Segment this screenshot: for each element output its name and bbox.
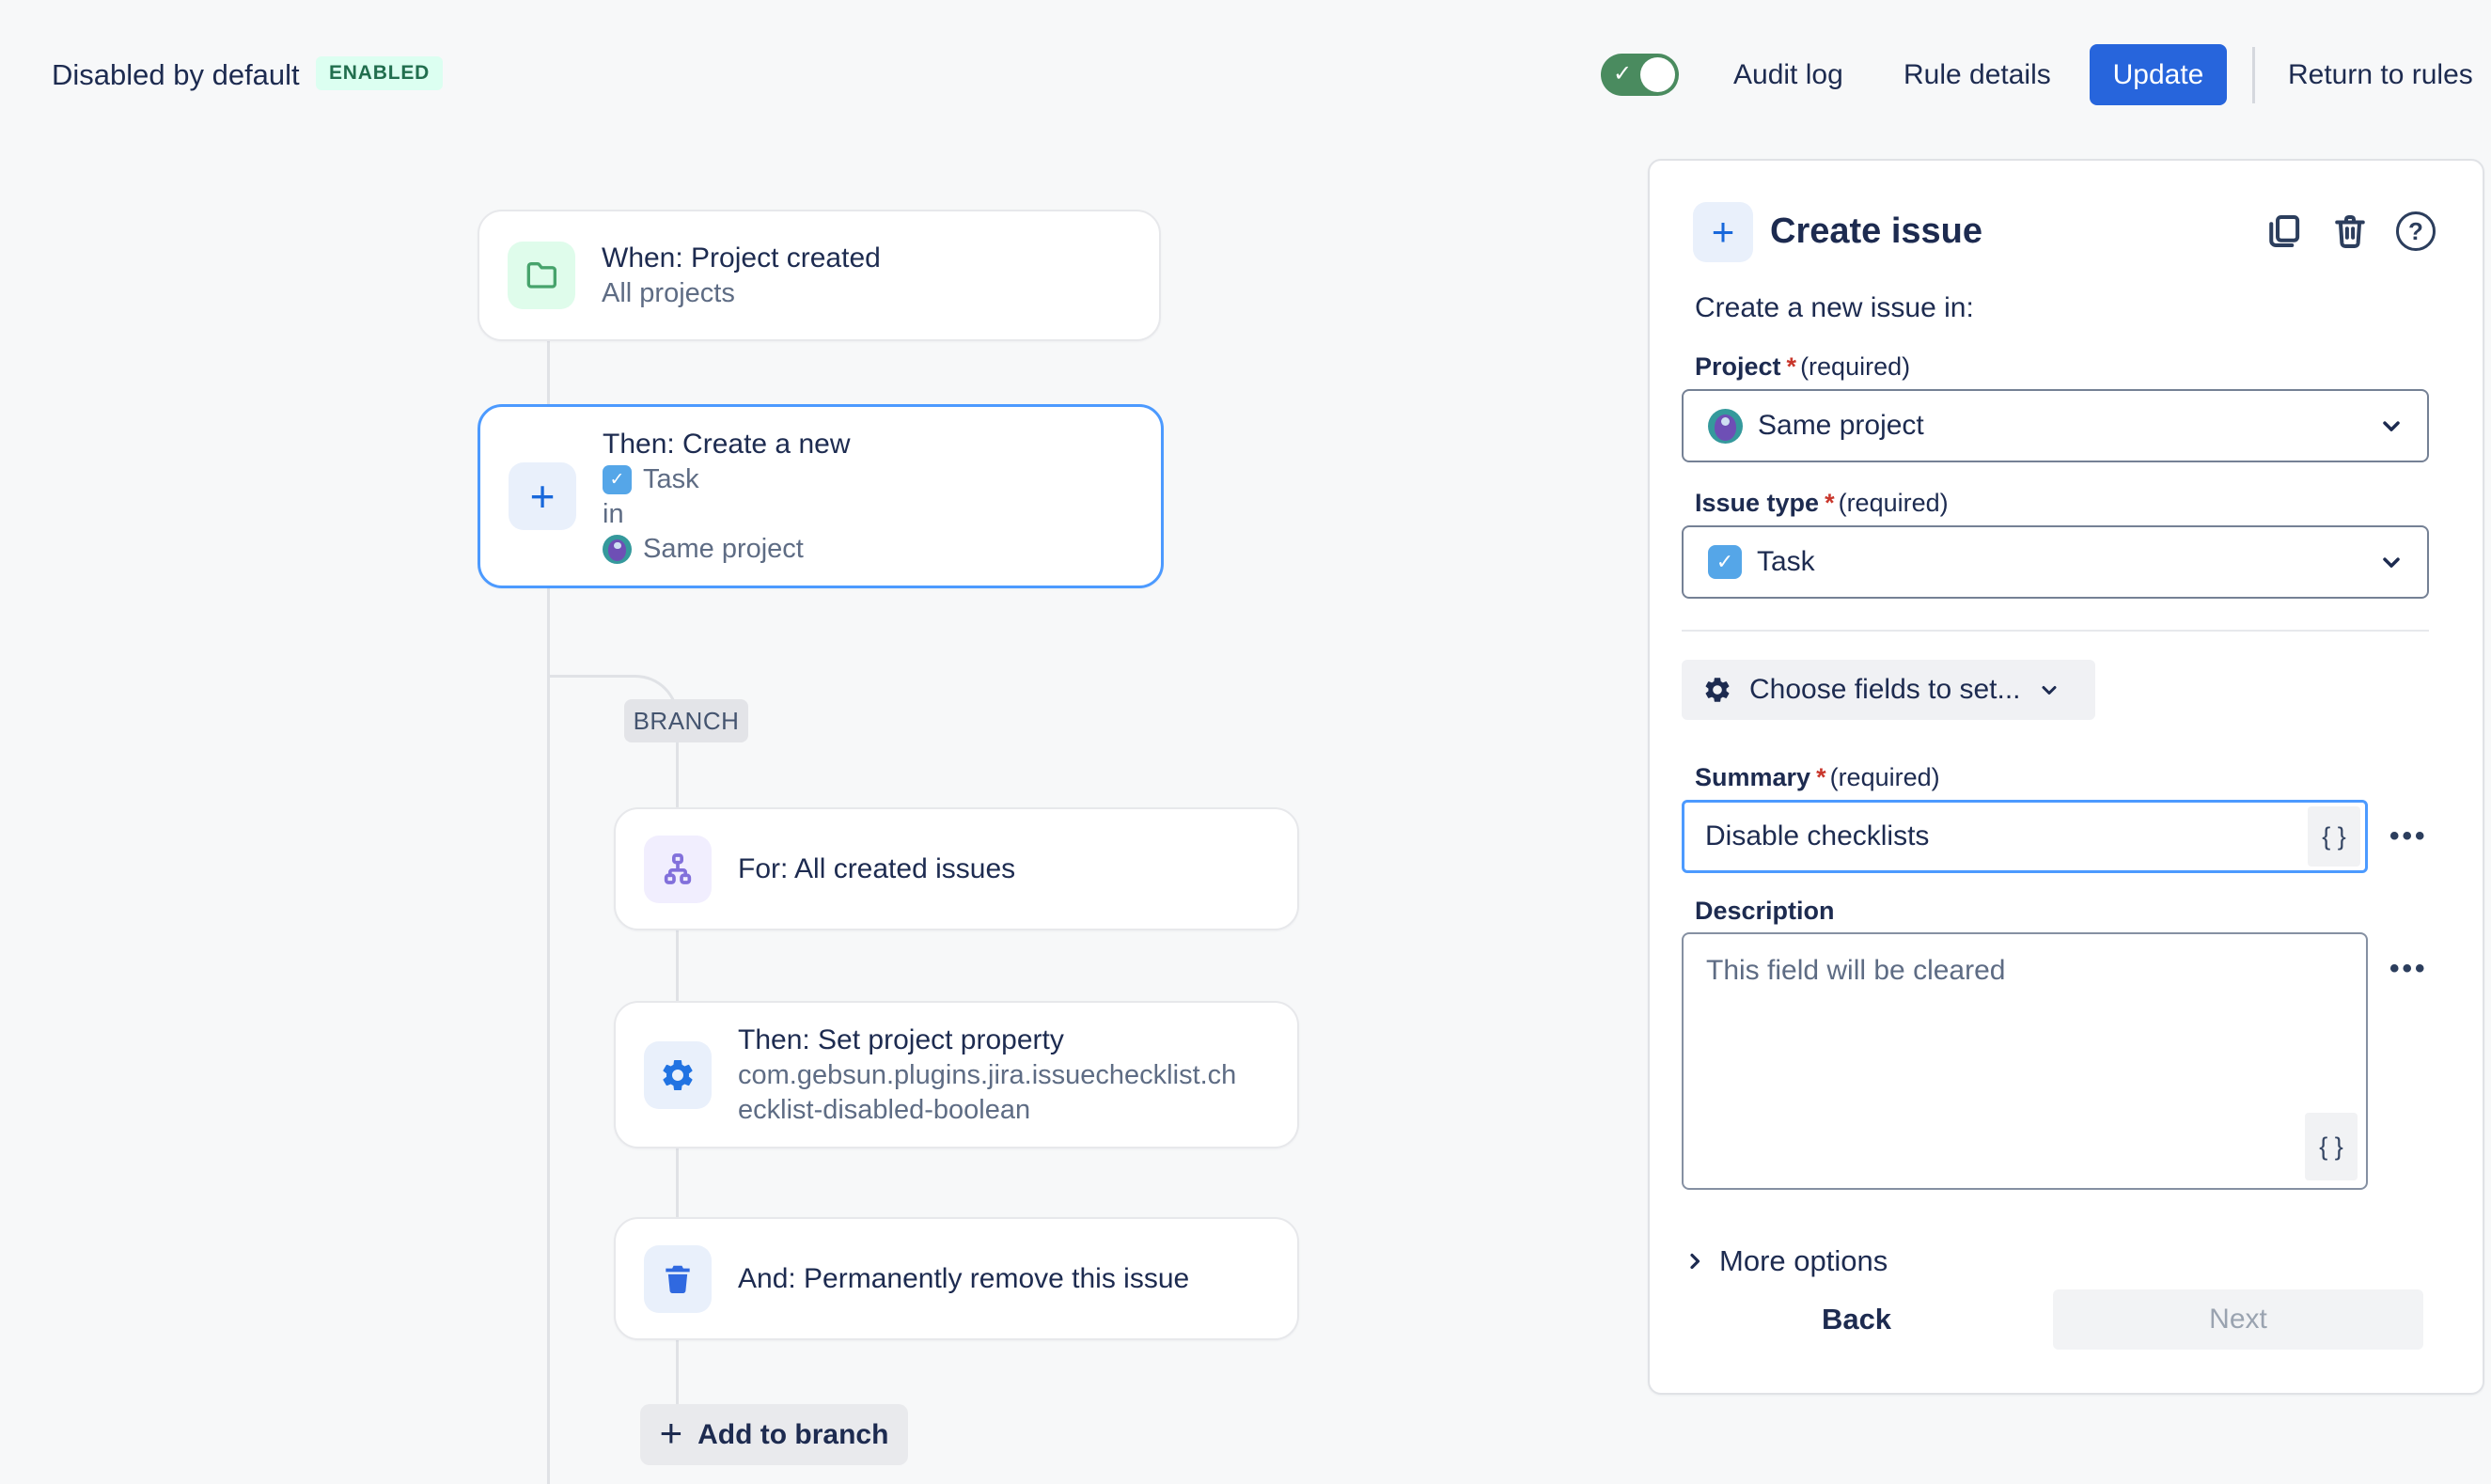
project-select[interactable]: Same project — [1682, 389, 2429, 462]
topbar-divider — [2252, 47, 2255, 103]
trash-icon — [644, 1245, 712, 1313]
node-title: When: Project created — [602, 241, 881, 276]
rule-details-link[interactable]: Rule details — [1904, 59, 2051, 91]
issue-type-select-value: Task — [1757, 546, 2363, 578]
gear-icon — [1702, 675, 1732, 705]
chevron-down-icon — [2038, 679, 2060, 701]
more-options-expander[interactable]: More options — [1684, 1244, 1888, 1278]
node-subtitle: All projects — [602, 276, 881, 311]
help-icon[interactable]: ? — [2394, 210, 2437, 253]
project-field-label: Project*(required) — [1695, 352, 1910, 382]
more-options-label: More options — [1719, 1244, 1888, 1278]
task-type-icon: ✓ — [603, 465, 632, 494]
summary-input[interactable] — [1682, 800, 2368, 873]
panel-intro-text: Create a new issue in: — [1695, 292, 1974, 324]
next-button[interactable]: Next — [2053, 1289, 2423, 1350]
project-avatar — [1708, 409, 1743, 444]
add-to-branch-label: Add to branch — [697, 1419, 888, 1451]
panel-title: Create issue — [1770, 211, 1982, 252]
issue-type-field-label: Issue type*(required) — [1695, 489, 1949, 518]
page-title: Disabled by default — [52, 58, 300, 92]
node-title: For: All created issues — [738, 851, 1015, 887]
action-node-create-issue[interactable]: + Then: Create a new ✓ Task in Same proj… — [478, 404, 1164, 588]
connector-line — [547, 341, 550, 404]
update-button[interactable]: Update — [2090, 44, 2227, 105]
task-type-icon: ✓ — [1708, 545, 1742, 579]
add-to-branch-button[interactable]: + Add to branch — [640, 1404, 908, 1465]
description-field-label: Description — [1695, 897, 1835, 926]
required-asterisk: * — [1781, 352, 1801, 381]
branch-icon — [644, 836, 712, 903]
folder-icon — [508, 242, 575, 309]
project-select-value: Same project — [1758, 410, 2363, 442]
smart-values-button[interactable]: { } — [2308, 806, 2360, 867]
create-issue-icon: + — [1693, 202, 1753, 262]
rule-enabled-toggle[interactable]: ✓ — [1601, 54, 1679, 96]
summary-more-menu[interactable]: ••• — [2389, 820, 2428, 852]
divider — [1682, 630, 2429, 632]
in-label: in — [603, 497, 850, 532]
project-label: Same project — [643, 532, 804, 567]
create-issue-panel: + Create issue ? Create a new issue in: … — [1648, 159, 2484, 1395]
choose-fields-button[interactable]: Choose fields to set... — [1682, 660, 2095, 720]
check-icon: ✓ — [1613, 60, 1632, 87]
required-asterisk: * — [1810, 763, 1830, 791]
branch-node-for-created-issues[interactable]: For: All created issues — [614, 807, 1299, 930]
chevron-right-icon — [1684, 1250, 1706, 1273]
delete-icon[interactable] — [2328, 210, 2372, 253]
plus-icon: + — [509, 462, 576, 530]
description-textarea[interactable] — [1682, 932, 2368, 1190]
toggle-knob — [1640, 57, 1675, 92]
choose-fields-label: Choose fields to set... — [1749, 674, 2021, 706]
chevron-down-icon — [2378, 413, 2405, 439]
trigger-node-project-created[interactable]: When: Project created All projects — [478, 210, 1161, 341]
return-to-rules-link[interactable]: Return to rules — [2288, 59, 2473, 91]
action-node-set-project-property[interactable]: Then: Set project property com.gebsun.pl… — [614, 1001, 1299, 1148]
audit-log-link[interactable]: Audit log — [1733, 59, 1843, 91]
node-title: Then: Set project property — [738, 1023, 1250, 1058]
duplicate-icon[interactable] — [2263, 210, 2306, 253]
summary-field-label: Summary*(required) — [1695, 763, 1940, 792]
gear-icon — [644, 1041, 712, 1109]
back-button[interactable]: Back — [1791, 1289, 1922, 1350]
node-title: Then: Create a new — [603, 427, 850, 462]
status-badge: ENABLED — [316, 56, 443, 90]
project-avatar — [603, 535, 632, 564]
branch-label: BRANCH — [624, 699, 748, 742]
task-label: Task — [643, 462, 699, 497]
description-more-menu[interactable]: ••• — [2389, 953, 2428, 985]
plus-icon: + — [660, 1414, 683, 1453]
smart-values-button[interactable]: { } — [2305, 1113, 2358, 1180]
action-node-remove-issue[interactable]: And: Permanently remove this issue — [614, 1217, 1299, 1340]
chevron-down-icon — [2378, 549, 2405, 575]
node-subtitle: com.gebsun.plugins.jira.issuechecklist.c… — [738, 1058, 1250, 1128]
required-asterisk: * — [1819, 489, 1839, 517]
issue-type-select[interactable]: ✓ Task — [1682, 525, 2429, 599]
node-title: And: Permanently remove this issue — [738, 1261, 1189, 1297]
